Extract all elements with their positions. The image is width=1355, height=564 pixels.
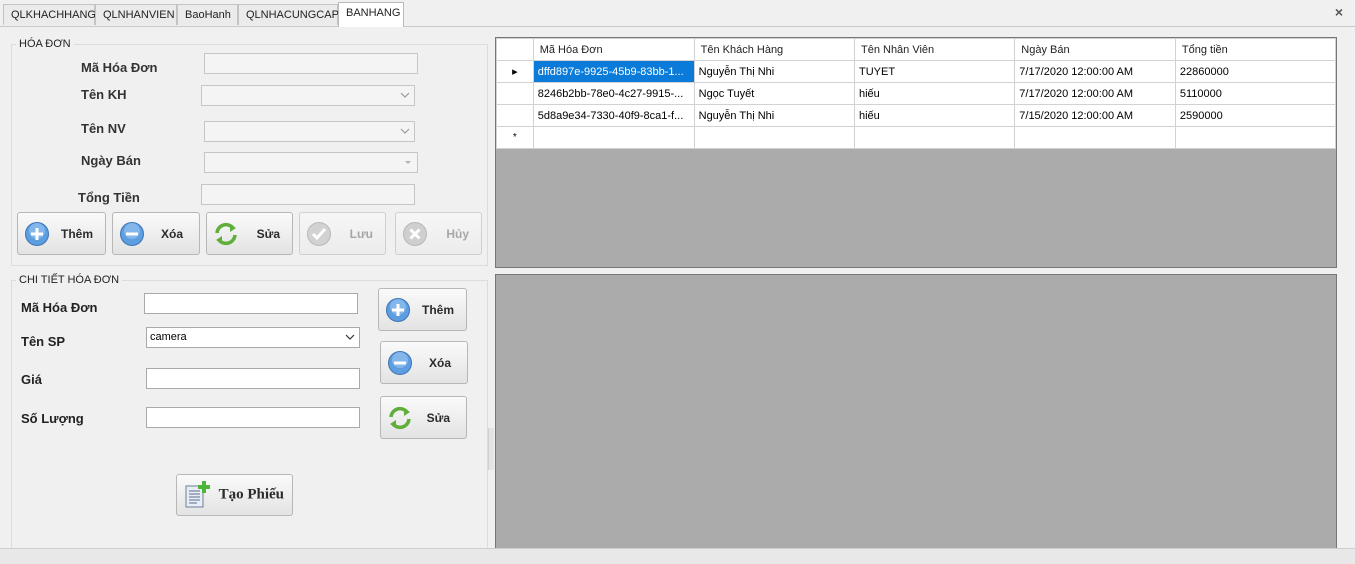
- total-field[interactable]: [201, 184, 415, 205]
- col-header-employee[interactable]: Tên Nhân Viên: [853, 38, 1016, 61]
- refresh-icon: [215, 222, 237, 245]
- quantity-field[interactable]: [146, 407, 360, 428]
- splitter-handle[interactable]: [488, 428, 494, 470]
- detail-grid[interactable]: [495, 274, 1337, 554]
- invoice-group-title: HÓA ĐƠN: [16, 38, 74, 50]
- row-header[interactable]: [496, 82, 534, 105]
- new-row-marker-icon: *: [496, 126, 534, 149]
- table-cell[interactable]: [693, 126, 855, 149]
- table-cell[interactable]: 5110000: [1174, 82, 1337, 105]
- table-cell[interactable]: [853, 126, 1016, 149]
- table-cell[interactable]: 7/15/2020 12:00:00 AM: [1014, 104, 1176, 127]
- delete-detail-button[interactable]: Xóa: [380, 341, 468, 384]
- chevron-down-icon: [400, 128, 410, 134]
- table-row[interactable]: 5d8a9e34-7330-40f9-8ca1-f... Nguyễn Thị …: [496, 104, 1337, 127]
- table-row[interactable]: ▸ dffd897e-9925-45b9-83bb-1... Nguyễn Th…: [496, 60, 1337, 83]
- table-cell[interactable]: 5d8a9e34-7330-40f9-8ca1-f...: [532, 104, 695, 127]
- create-receipt-label: Tạo Phiếu: [218, 486, 284, 503]
- product-combo[interactable]: camera: [146, 327, 360, 348]
- delete-invoice-label: Xóa: [160, 226, 183, 241]
- cancel-icon: [403, 221, 427, 246]
- add-invoice-label: Thêm: [60, 226, 93, 241]
- detail-invoice-id-field[interactable]: [144, 293, 358, 314]
- quantity-label: Số Lượng: [21, 411, 84, 426]
- delete-detail-label: Xóa: [428, 355, 451, 370]
- save-invoice-button[interactable]: Lưu: [299, 212, 386, 255]
- edit-detail-button[interactable]: Sửa: [380, 396, 467, 439]
- cancel-invoice-label: Hủy: [446, 226, 469, 241]
- tab-strip: QLKHACHHANG QLNHANVIEN BaoHanh QLNHACUNG…: [0, 0, 1355, 27]
- minus-icon: [388, 350, 412, 375]
- add-detail-label: Thêm: [421, 302, 454, 317]
- close-icon[interactable]: ×: [1335, 4, 1343, 20]
- table-cell[interactable]: [1174, 126, 1337, 149]
- add-invoice-button[interactable]: Thêm: [17, 212, 106, 255]
- new-document-icon: [185, 481, 210, 508]
- minus-icon: [120, 221, 144, 246]
- table-cell[interactable]: [1014, 126, 1176, 149]
- table-cell[interactable]: 8246b2bb-78e0-4c27-9915-...: [532, 82, 695, 105]
- status-bar: [0, 548, 1355, 564]
- table-cell[interactable]: [532, 126, 695, 149]
- invoice-grid[interactable]: Mã Hóa Đơn Tên Khách Hàng Tên Nhân Viên …: [495, 37, 1337, 268]
- edit-invoice-label: Sửa: [256, 226, 280, 241]
- table-cell[interactable]: 7/17/2020 12:00:00 AM: [1014, 60, 1176, 83]
- row-header-corner: [496, 38, 534, 61]
- current-row-marker-icon: ▸: [496, 60, 534, 83]
- row-header[interactable]: [496, 104, 534, 127]
- table-cell[interactable]: Nguyễn Thị Nhi: [693, 60, 855, 83]
- chevron-down-icon: [345, 334, 355, 340]
- chevron-down-icon: [400, 92, 410, 98]
- tab-baohanh[interactable]: BaoHanh: [177, 4, 238, 25]
- new-row[interactable]: *: [496, 126, 1337, 149]
- total-label: Tổng Tiền: [78, 190, 140, 205]
- col-header-total[interactable]: Tổng tiền: [1174, 38, 1337, 61]
- product-combo-value: camera: [150, 331, 187, 343]
- dropdown-arrow-icon: [405, 161, 411, 164]
- employee-label: Tên NV: [81, 121, 126, 136]
- tab-qlkhachhang[interactable]: QLKHACHHANG: [3, 4, 96, 25]
- table-cell[interactable]: 7/17/2020 12:00:00 AM: [1014, 82, 1176, 105]
- employee-combo[interactable]: [204, 121, 415, 142]
- table-cell[interactable]: 2590000: [1174, 104, 1337, 127]
- sale-date-picker[interactable]: [204, 152, 418, 173]
- cancel-invoice-button[interactable]: Hủy: [395, 212, 482, 255]
- tab-qlnhacungcap[interactable]: QLNHACUNGCAP: [238, 4, 339, 25]
- plus-icon: [386, 297, 410, 322]
- customer-combo[interactable]: [201, 85, 415, 106]
- grid-header-row: Mã Hóa Đơn Tên Khách Hàng Tên Nhân Viên …: [496, 38, 1337, 61]
- table-row[interactable]: 8246b2bb-78e0-4c27-9915-... Ngọc Tuyết h…: [496, 82, 1337, 105]
- table-cell[interactable]: TUYET: [853, 60, 1016, 83]
- invoice-id-label: Mã Hóa Đơn: [81, 60, 158, 75]
- check-icon: [307, 221, 331, 246]
- plus-icon: [25, 221, 49, 246]
- invoice-id-field[interactable]: [204, 53, 418, 74]
- customer-label: Tên KH: [81, 87, 127, 102]
- edit-invoice-button[interactable]: Sửa: [206, 212, 293, 255]
- save-invoice-label: Lưu: [349, 226, 373, 241]
- detail-group-title: CHI TIẾT HÓA ĐƠN: [16, 274, 123, 286]
- table-cell[interactable]: hiếu: [853, 104, 1016, 127]
- table-cell[interactable]: Ngọc Tuyết: [693, 82, 855, 105]
- col-header-invoice-id[interactable]: Mã Hóa Đơn: [532, 38, 695, 61]
- col-header-sale-date[interactable]: Ngày Bán: [1014, 38, 1176, 61]
- tab-banhang[interactable]: BANHANG: [338, 2, 404, 27]
- create-receipt-button[interactable]: Tạo Phiếu: [176, 474, 293, 516]
- table-cell[interactable]: Nguyễn Thị Nhi: [693, 104, 855, 127]
- table-cell[interactable]: 22860000: [1174, 60, 1337, 83]
- col-header-customer[interactable]: Tên Khách Hàng: [693, 38, 855, 61]
- edit-detail-label: Sửa: [426, 410, 450, 425]
- tab-qlnhanvien[interactable]: QLNHANVIEN: [95, 4, 177, 25]
- product-label: Tên SP: [21, 334, 66, 349]
- add-detail-button[interactable]: Thêm: [378, 288, 467, 331]
- delete-invoice-button[interactable]: Xóa: [112, 212, 200, 255]
- table-cell[interactable]: hiếu: [853, 82, 1016, 105]
- invoice-table: Mã Hóa Đơn Tên Khách Hàng Tên Nhân Viên …: [496, 38, 1337, 149]
- refresh-icon: [389, 406, 411, 429]
- sale-date-label: Ngày Bán: [81, 153, 141, 168]
- detail-invoice-id-label: Mã Hóa Đơn: [21, 300, 98, 315]
- price-field[interactable]: [146, 368, 360, 389]
- table-cell[interactable]: dffd897e-9925-45b9-83bb-1...: [532, 60, 695, 83]
- price-label: Giá: [21, 372, 42, 387]
